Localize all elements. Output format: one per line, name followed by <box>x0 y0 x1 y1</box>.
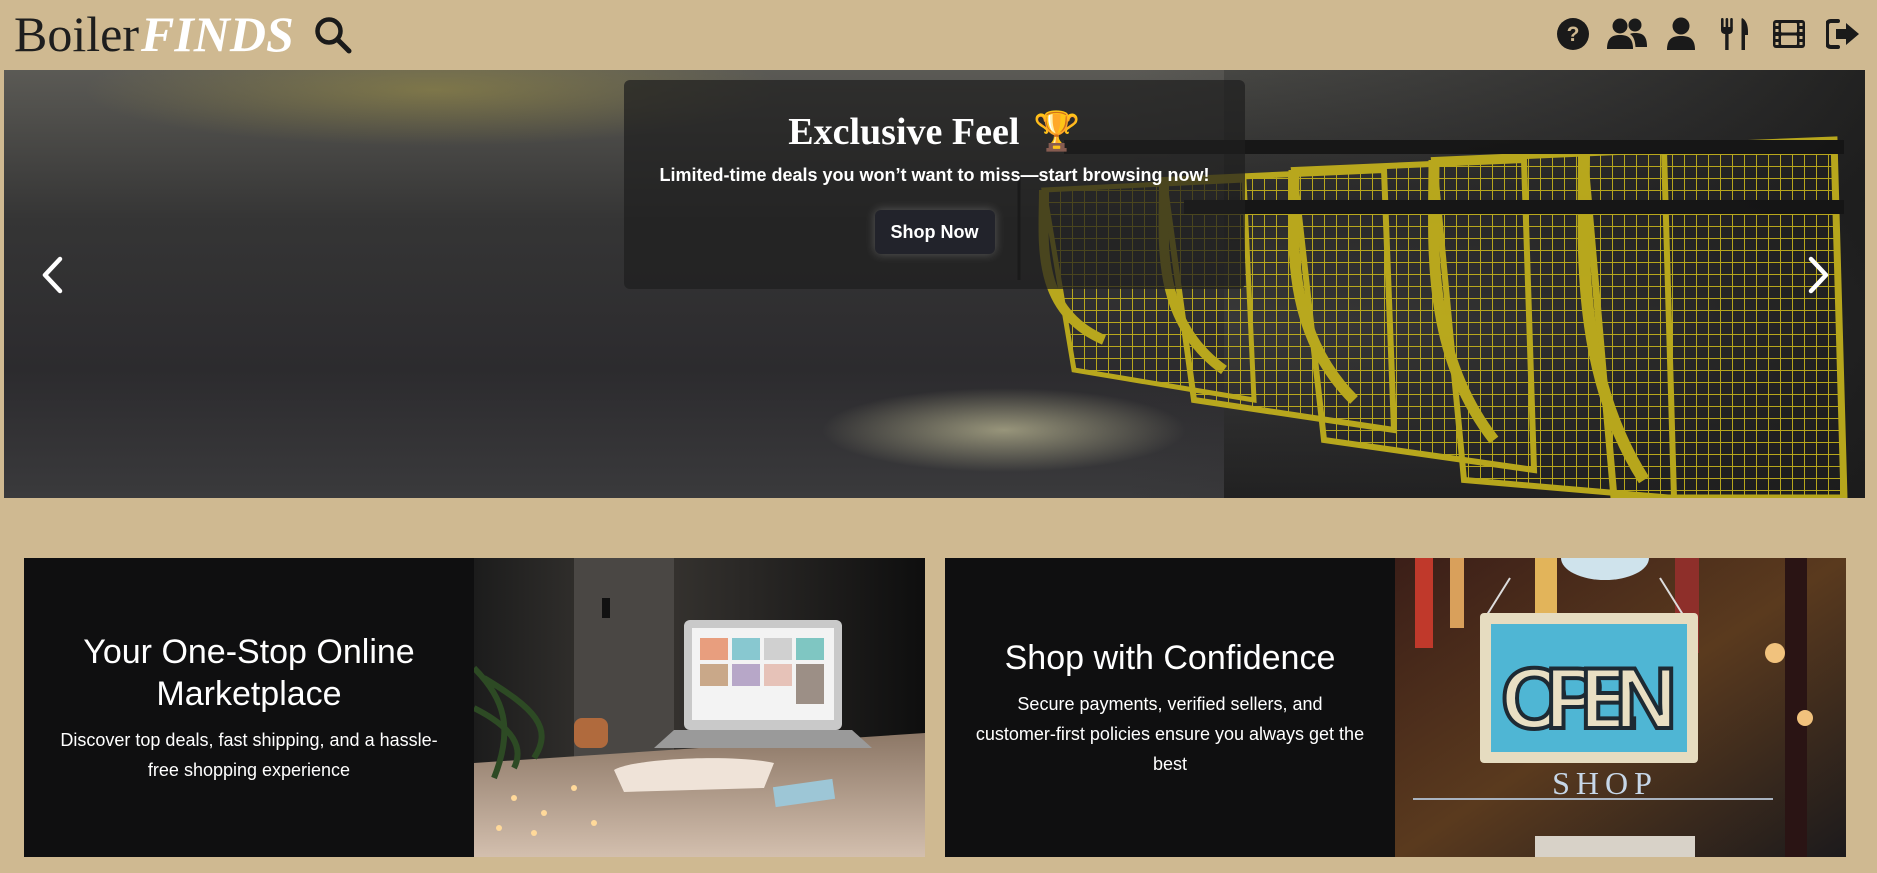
brand-logo[interactable]: Boiler FINDS <box>14 4 294 64</box>
logo-text-boiler: Boiler <box>14 6 139 62</box>
card-title: Shop with Confidence <box>1004 638 1336 677</box>
carousel-next-button[interactable] <box>1799 245 1839 305</box>
svg-text:?: ? <box>1567 23 1580 46</box>
search-icon <box>315 17 352 54</box>
card-description: Secure payments, verified sellers, and c… <box>975 693 1365 774</box>
card-text-block: Your One-Stop Online Marketplace Discove… <box>24 558 474 857</box>
feature-card-confidence: Shop with Confidence Secure payments, ve… <box>945 558 1846 857</box>
open-sign-photo-illustration: OPEN SHOP <box>1395 558 1846 857</box>
search-button[interactable] <box>310 12 356 58</box>
hero-carousel: Exclusive Feel 🏆 Limited-time deals you … <box>4 70 1865 498</box>
open-sign-text: OPEN <box>1501 651 1677 747</box>
card-title: Your One-Stop Online Marketplace <box>83 632 415 713</box>
shop-sign-text: SHOP <box>1552 765 1658 801</box>
laptop-image <box>474 558 925 857</box>
dining-button[interactable] <box>1713 12 1757 56</box>
card-description: Discover top deals, fast shipping, and a… <box>60 729 438 780</box>
nav-icon-group: ? <box>1541 12 1865 56</box>
chevron-right-icon <box>1808 256 1829 294</box>
hero-subtitle: Limited-time deals you won’t want to mis… <box>659 165 1210 185</box>
feature-card-marketplace: Your One-Stop Online Marketplace Discove… <box>24 558 925 857</box>
top-navbar: Boiler FINDS ? <box>0 0 1877 70</box>
profile-button[interactable] <box>1659 12 1703 56</box>
carousel-prev-button[interactable] <box>32 245 72 305</box>
hero-title-text: Exclusive Feel <box>788 111 1020 153</box>
logout-button[interactable] <box>1821 12 1865 56</box>
help-icon: ? <box>1557 18 1589 50</box>
utensils-icon <box>1721 18 1748 50</box>
community-button[interactable] <box>1605 12 1649 56</box>
media-button[interactable] <box>1767 12 1811 56</box>
card-text-block: Shop with Confidence Secure payments, ve… <box>945 558 1395 857</box>
film-icon <box>1773 20 1805 48</box>
users-icon <box>1607 18 1647 49</box>
help-button[interactable]: ? <box>1551 12 1595 56</box>
laptop-photo-illustration <box>474 558 925 857</box>
sign-out-icon <box>1826 19 1859 49</box>
trophy-icon: 🏆 <box>1033 111 1081 153</box>
logo-text-finds: FINDS <box>140 6 294 62</box>
open-sign-image: OPEN SHOP <box>1395 558 1846 857</box>
hero-caption: Exclusive Feel 🏆 Limited-time deals you … <box>624 80 1245 289</box>
shop-now-button[interactable]: Shop Now <box>874 210 995 254</box>
user-icon <box>1667 17 1695 50</box>
chevron-left-icon <box>42 256 63 294</box>
hero-title: Exclusive Feel 🏆 <box>624 110 1245 154</box>
